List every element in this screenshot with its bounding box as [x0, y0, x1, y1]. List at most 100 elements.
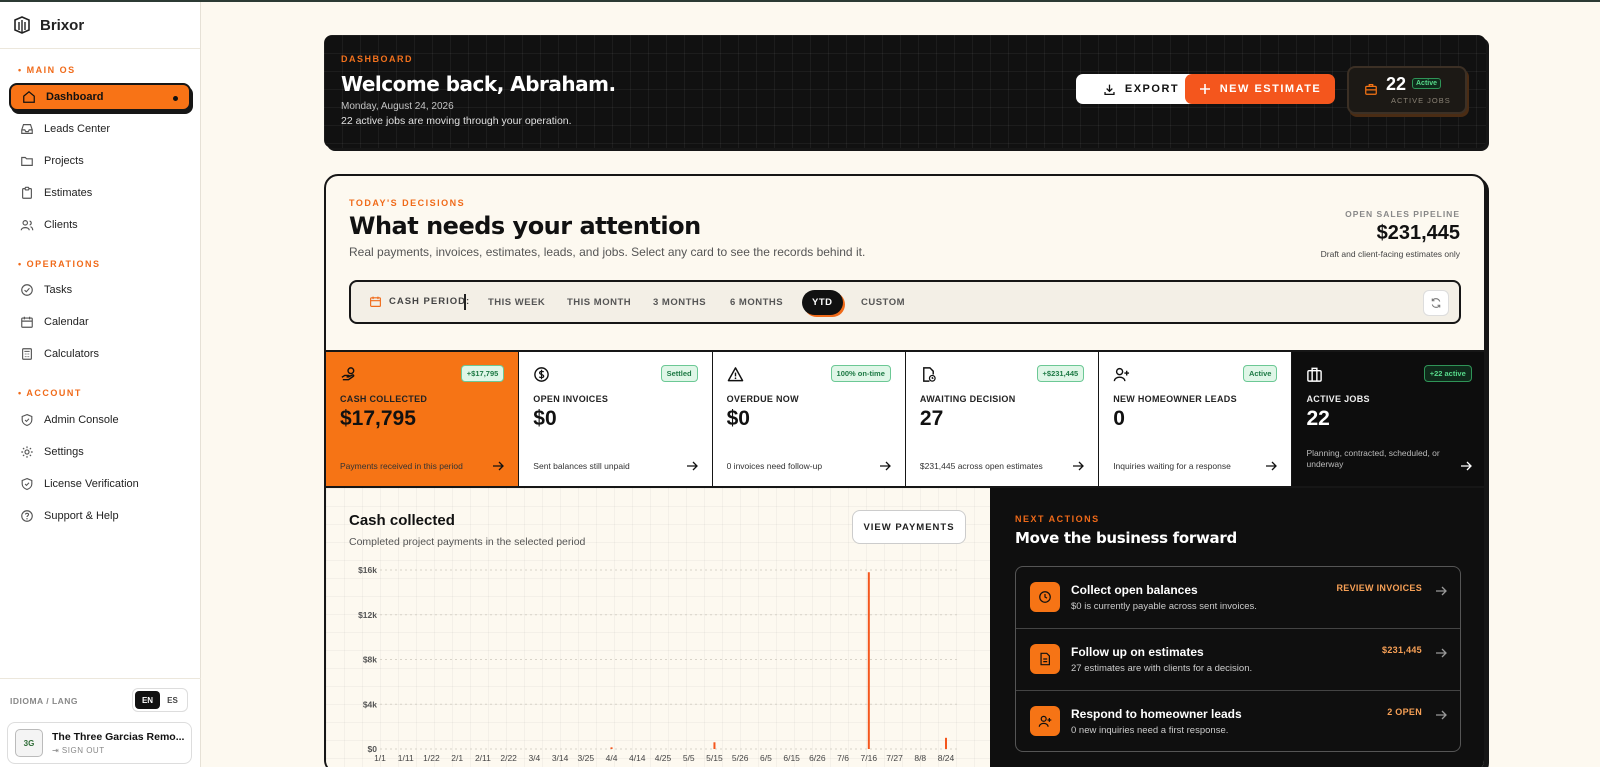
arrow-right-icon	[1073, 461, 1085, 471]
active-jobs-widget[interactable]: 22 Active ACTIVE JOBS	[1347, 66, 1467, 114]
x-tick-label: 3/4	[528, 753, 540, 763]
period-6-months[interactable]: 6 MONTHS	[720, 290, 793, 315]
kpi-label: NEW HOMEOWNER LEADS	[1113, 394, 1237, 404]
kpi-card-active-jobs[interactable]: +22 active ACTIVE JOBS 22 Planning, cont…	[1292, 352, 1484, 486]
next-actions-list: Collect open balances $0 is currently pa…	[1015, 566, 1461, 752]
x-tick-label: 7/6	[837, 753, 849, 763]
period-ytd[interactable]: YTD	[802, 290, 843, 315]
lang-en-button[interactable]: EN	[135, 691, 160, 709]
period-this-week[interactable]: THIS WEEK	[478, 290, 555, 315]
sidebar-item-calendar[interactable]: Calendar	[9, 308, 191, 336]
sign-out-link[interactable]: ⇥ SIGN OUT	[52, 746, 184, 755]
document-clock-icon	[922, 367, 936, 382]
arrow-right-icon	[493, 461, 505, 471]
kpi-badge: +22 active	[1423, 365, 1472, 382]
sidebar-item-label: Tasks	[44, 284, 73, 296]
sidebar-item-leads-center[interactable]: Leads Center	[9, 115, 191, 143]
action-title: Collect open balances	[1071, 583, 1198, 597]
kpi-card-awaiting-decision[interactable]: +$231,445 AWAITING DECISION 27 $231,445 …	[905, 352, 1100, 486]
kpi-subtitle: $231,445 across open estimates	[919, 461, 1043, 471]
kpi-value: 0	[1113, 407, 1125, 430]
plus-icon	[1199, 84, 1210, 94]
calendar-icon	[21, 316, 33, 328]
action-respond-leads[interactable]: Respond to homeowner leads 0 new inquiri…	[1016, 691, 1460, 751]
sidebar-item-clients[interactable]: Clients	[9, 211, 191, 239]
pipeline-value: $231,445	[1376, 222, 1460, 244]
gear-icon	[21, 446, 33, 458]
briefcase-icon	[1365, 84, 1377, 95]
kpi-label: ACTIVE JOBS	[1306, 394, 1370, 404]
x-tick-label: 1/11	[398, 753, 414, 763]
header-subtitle: 22 active jobs are moving through your o…	[341, 115, 572, 127]
new-estimate-button[interactable]: NEW ESTIMATE	[1185, 74, 1335, 104]
kpi-card-open-invoices[interactable]: Settled OPEN INVOICES $0 Sent balances s…	[519, 352, 713, 486]
sidebar-item-calculators[interactable]: Calculators	[9, 340, 191, 368]
cash-collected-chart-card: Cash collected Completed project payment…	[326, 488, 990, 767]
kpi-badge: 100% on-time	[830, 365, 891, 382]
chart-bar	[610, 747, 613, 749]
next-actions-title: Move the business forward	[1015, 529, 1237, 547]
period-custom[interactable]: CUSTOM	[851, 290, 915, 315]
sidebar-item-support[interactable]: Support & Help	[9, 502, 191, 530]
active-jobs-badge: Active	[1412, 78, 1442, 89]
dollar-circle-icon	[534, 367, 550, 382]
section-operations-label: • OPERATIONS	[18, 259, 101, 269]
sidebar-item-projects[interactable]: Projects	[9, 147, 191, 175]
arrow-right-icon	[1436, 586, 1447, 596]
period-this-month[interactable]: THIS MONTH	[557, 290, 641, 315]
shield-icon	[21, 413, 33, 427]
section-main-label: • MAIN OS	[18, 65, 76, 75]
lang-es-button[interactable]: ES	[160, 691, 185, 709]
chart-bar	[945, 737, 947, 749]
kpi-card-overdue-now[interactable]: 100% on-time OVERDUE NOW $0 0 invoices n…	[712, 352, 906, 486]
kpi-badge: Settled	[660, 365, 698, 382]
arrow-right-icon	[686, 461, 698, 471]
decisions-subtitle: Real payments, invoices, estimates, lead…	[349, 245, 866, 259]
sidebar-item-settings[interactable]: Settings	[9, 438, 191, 466]
download-icon	[1104, 84, 1115, 95]
refresh-icon	[1431, 298, 1441, 308]
next-actions-tag: NEXT ACTIONS	[1015, 514, 1100, 524]
section-account-label: • ACCOUNT	[18, 388, 82, 398]
sidebar-item-dashboard[interactable]: Dashboard	[9, 83, 191, 111]
kpi-label: OPEN INVOICES	[533, 394, 609, 404]
sidebar-item-tasks[interactable]: Tasks	[9, 276, 191, 304]
kpi-card-new-homeowner-leads[interactable]: Active NEW HOMEOWNER LEADS 0 Inquiries w…	[1099, 352, 1293, 486]
brand[interactable]: Brixor	[0, 2, 200, 49]
sidebar-item-admin-console[interactable]: Admin Console	[9, 406, 191, 434]
x-tick-label: 5/5	[683, 753, 695, 763]
x-tick-label: 2/11	[475, 753, 491, 763]
x-tick-label: 7/27	[886, 753, 903, 763]
kpi-value: $0	[726, 407, 750, 430]
x-tick-label: 7/16	[861, 753, 878, 763]
x-tick-label: 8/8	[914, 753, 926, 763]
x-tick-label: 2/22	[500, 753, 517, 763]
arrow-right-icon	[1436, 648, 1447, 658]
sidebar: Brixor • MAIN OS Dashboard Leads Center …	[0, 2, 201, 767]
sidebar-item-license-verification[interactable]: License Verification	[9, 470, 191, 498]
action-tag: 2 OPEN	[1387, 707, 1422, 717]
sidebar-item-label: License Verification	[44, 478, 139, 490]
kpi-label: OVERDUE NOW	[726, 394, 799, 404]
kpi-label: AWAITING DECISION	[919, 394, 1016, 404]
x-tick-label: 5/26	[732, 753, 749, 763]
view-payments-button[interactable]: VIEW PAYMENTS	[852, 510, 966, 544]
chart-bar	[867, 572, 870, 749]
refresh-button[interactable]	[1423, 290, 1449, 316]
document-icon	[1030, 644, 1060, 674]
x-tick-label: 3/25	[578, 753, 595, 763]
period-3-months[interactable]: 3 MONTHS	[643, 290, 716, 315]
kpi-card-cash-collected[interactable]: +$17,795 CASH COLLECTED $17,795 Payments…	[326, 352, 520, 486]
window-top-border	[0, 0, 1600, 2]
cash-period-label: CASH PERIOD:	[389, 296, 471, 307]
sidebar-item-estimates[interactable]: Estimates	[9, 179, 191, 207]
user-plus-icon	[1113, 367, 1130, 382]
decisions-panel: TODAY'S DECISIONS What needs your attent…	[324, 174, 1486, 767]
y-tick-label: $4k	[363, 699, 377, 709]
company-card[interactable]: 3G The Three Garcias Remo... ⇥ SIGN OUT	[7, 722, 192, 764]
action-subtitle: 0 new inquiries need a first response.	[1071, 725, 1229, 736]
x-tick-label: 4/25	[655, 753, 672, 763]
action-follow-up-estimates[interactable]: Follow up on estimates 27 estimates are …	[1016, 629, 1460, 691]
x-tick-label: 6/5	[760, 753, 772, 763]
action-collect-balances[interactable]: Collect open balances $0 is currently pa…	[1016, 567, 1460, 629]
